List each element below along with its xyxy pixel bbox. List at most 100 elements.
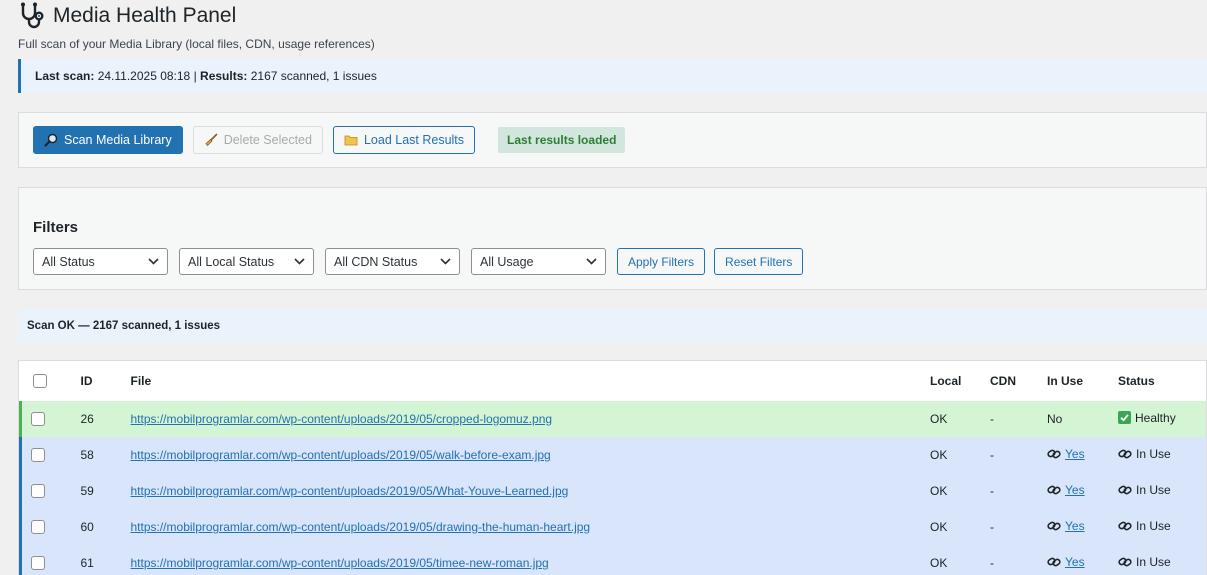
reset-filters-button[interactable]: Reset Filters [714,248,804,275]
row-checkbox[interactable] [31,520,45,535]
row-local: OK [930,473,990,509]
file-link[interactable]: https://mobilprogramlar.com/wp-content/u… [131,556,549,570]
scan-summary: Scan OK — 2167 scanned, 1 issues [18,309,1207,343]
row-status-cell: In Use [1118,437,1206,473]
row-cdn: - [990,401,1047,437]
cdn-status-filter-value: All CDN Status [334,254,418,269]
file-link[interactable]: https://mobilprogramlar.com/wp-content/u… [131,520,591,534]
row-local: OK [930,437,990,473]
check-icon [1118,411,1131,425]
header-local[interactable]: Local [930,361,990,401]
row-status-cell: In Use [1118,473,1206,509]
header-cdn[interactable]: CDN [990,361,1047,401]
status-healthy: Healthy [1118,411,1176,425]
file-link[interactable]: https://mobilprogramlar.com/wp-content/u… [131,448,551,462]
delete-button-label: Delete Selected [223,133,312,147]
status-badge: Last results loaded [498,127,626,153]
table-row: 60 https://mobilprogramlar.com/wp-conten… [19,509,1206,545]
in-use-text: Yes [1065,447,1085,461]
row-status-cell: In Use [1118,509,1206,545]
cdn-status-filter-select[interactable]: All CDN Status [325,248,460,275]
row-file-cell: https://mobilprogramlar.com/wp-content/u… [130,437,930,473]
title-row: Media Health Panel [18,0,1207,32]
in-use-link[interactable]: Yes [1047,447,1085,461]
row-checkbox[interactable] [31,484,45,499]
table-row: 61 https://mobilprogramlar.com/wp-conten… [19,545,1206,575]
row-checkbox[interactable] [31,412,45,427]
file-link[interactable]: https://mobilprogramlar.com/wp-content/u… [131,484,569,498]
status-in-use: In Use [1118,447,1171,461]
usage-filter-select[interactable]: All Usage [471,248,606,275]
row-id: 26 [80,401,131,437]
row-checkbox[interactable] [31,556,45,571]
row-checkbox-cell [19,545,81,575]
status-filter-select[interactable]: All Status [33,248,168,275]
row-checkbox-cell [19,509,81,545]
row-local: OK [930,509,990,545]
select-all-checkbox[interactable] [32,374,47,389]
stethoscope-icon [18,2,46,30]
load-last-results-button[interactable]: Load Last Results [332,126,476,154]
row-status-cell: Healthy [1118,401,1206,437]
filter-row: All Status All Local Status All CDN Stat… [33,248,1206,275]
row-in-use-cell: Yes [1047,473,1118,509]
status-in-use: In Use [1118,483,1171,497]
row-file-cell: https://mobilprogramlar.com/wp-content/u… [130,545,930,575]
in-use-text: Yes [1065,483,1085,497]
row-file-cell: https://mobilprogramlar.com/wp-content/u… [130,509,930,545]
link-icon [1118,556,1132,568]
file-link[interactable]: https://mobilprogramlar.com/wp-content/u… [131,412,553,426]
status-text: In Use [1136,519,1171,533]
in-use-link[interactable]: Yes [1047,555,1085,569]
load-button-label: Load Last Results [363,133,465,147]
select-all-cell [21,361,81,401]
status-text: In Use [1136,555,1171,569]
row-cdn: - [990,473,1047,509]
last-scan-notice: Last scan: 24.11.2025 08:18 | Results: 2… [18,59,1207,93]
in-use-text: Yes [1065,519,1085,533]
row-id: 59 [80,473,131,509]
in-use-link[interactable]: Yes [1047,519,1085,533]
scan-media-library-button[interactable]: Scan Media Library [33,126,183,154]
row-checkbox-cell [19,473,81,509]
local-status-filter-select[interactable]: All Local Status [179,248,314,275]
status-text: In Use [1136,483,1171,497]
scan-button-label: Scan Media Library [64,133,172,147]
header-file[interactable]: File [131,361,931,401]
last-scan-label: Last scan: [35,69,95,83]
broom-icon [204,133,218,147]
results-label: Results: [200,69,248,83]
row-checkbox[interactable] [31,448,45,463]
row-local: OK [930,401,990,437]
page-title: Media Health Panel [53,4,237,27]
table-row: 59 https://mobilprogramlar.com/wp-conten… [19,473,1206,509]
row-cdn: - [990,437,1047,473]
link-icon [1118,484,1132,496]
in-use-link[interactable]: Yes [1047,483,1085,497]
row-id: 58 [80,437,131,473]
apply-filters-button[interactable]: Apply Filters [617,248,706,275]
row-in-use-cell: Yes [1047,509,1118,545]
notice-separator: | [193,69,197,83]
usage-filter-value: All Usage [480,254,534,269]
local-status-filter-value: All Local Status [188,254,275,269]
chevron-down-icon [586,258,597,265]
header-in-use[interactable]: In Use [1047,361,1118,401]
link-icon [1047,520,1061,532]
link-icon [1047,484,1061,496]
delete-selected-button[interactable]: Delete Selected [192,126,323,154]
status-filter-value: All Status [42,254,95,269]
page-subtitle: Full scan of your Media Library (local f… [18,37,375,51]
actions-card: Scan Media Library Delete Selected Load … [18,112,1207,168]
link-icon [1047,556,1061,568]
header-status[interactable]: Status [1118,361,1206,401]
table-row: 26 https://mobilprogramlar.com/wp-conten… [19,401,1206,437]
row-id: 61 [80,545,131,575]
header-id[interactable]: ID [81,361,131,401]
table-header-row: ID File Local CDN In Use Status [21,361,1207,401]
filters-panel: Filters All Status All Local Status All … [18,187,1207,290]
status-text: In Use [1136,447,1171,461]
status-text: Healthy [1135,410,1176,425]
status-in-use: In Use [1118,519,1171,533]
magnifier-icon [44,133,58,147]
